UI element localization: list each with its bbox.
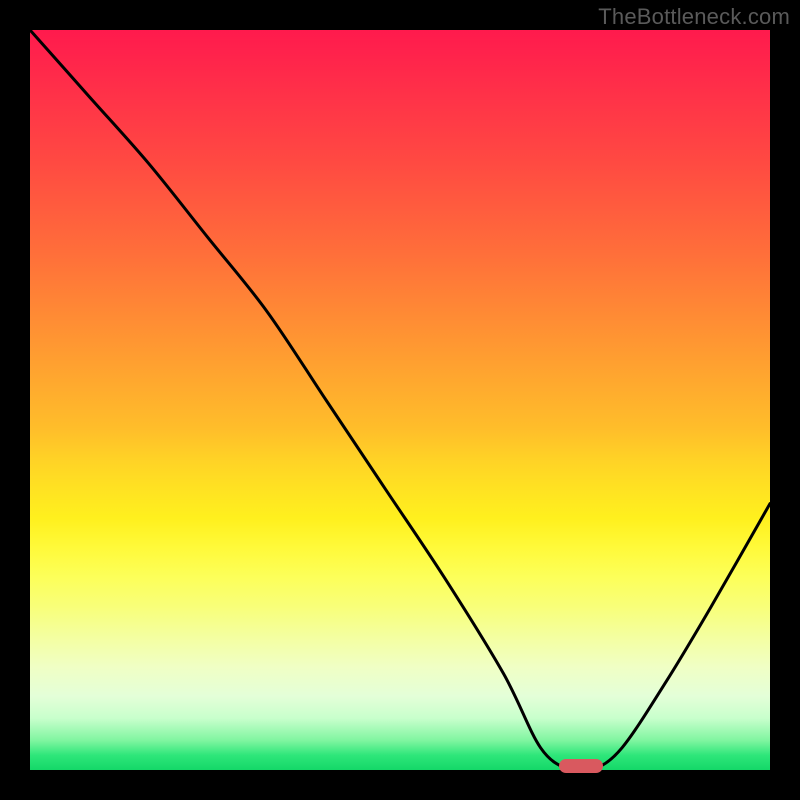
- bottleneck-curve: [30, 30, 770, 770]
- watermark-text: TheBottleneck.com: [598, 4, 790, 30]
- chart-svg: [30, 30, 770, 770]
- optimum-marker: [559, 759, 603, 773]
- plot-area: [30, 30, 770, 770]
